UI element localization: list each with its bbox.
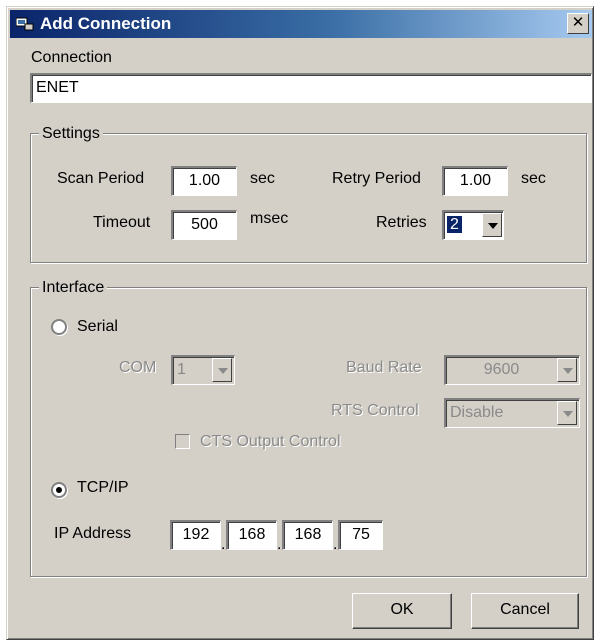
- baud-rate-label: Baud Rate: [346, 359, 422, 376]
- timeout-label: Timeout: [93, 214, 151, 231]
- com-label: COM: [119, 359, 157, 376]
- ok-button[interactable]: OK: [352, 593, 452, 629]
- retry-period-input[interactable]: 1.00: [442, 166, 508, 196]
- retries-label: Retries: [376, 214, 427, 231]
- timeout-unit: msec: [250, 210, 289, 227]
- ip-separator: .: [333, 536, 338, 553]
- cancel-button[interactable]: Cancel: [471, 593, 579, 629]
- ip-separator: .: [277, 536, 282, 553]
- network-app-icon: [15, 17, 34, 31]
- retry-period-unit: sec: [521, 170, 546, 187]
- serial-radio[interactable]: [51, 319, 67, 335]
- dialog-title: Add Connection: [40, 14, 172, 33]
- ip-address-label: IP Address: [54, 525, 132, 542]
- close-icon: ✕: [571, 14, 585, 31]
- retries-selected-value: 2: [446, 215, 463, 234]
- ip-octet-2-input[interactable]: 168: [226, 520, 277, 550]
- cts-output-control-checkbox[interactable]: [175, 434, 190, 449]
- connection-label: Connection: [31, 49, 112, 66]
- ip-octet-4-input[interactable]: 75: [338, 520, 383, 550]
- interface-group-label: Interface: [39, 279, 108, 297]
- close-button[interactable]: ✕: [567, 13, 589, 34]
- settings-groupbox: [30, 133, 587, 263]
- connection-name-input[interactable]: ENET: [30, 73, 592, 103]
- ip-separator: .: [221, 536, 226, 553]
- serial-radio-label[interactable]: Serial: [77, 318, 118, 336]
- scan-period-label: Scan Period: [57, 170, 145, 187]
- cts-output-control-label: CTS Output Control: [200, 433, 341, 450]
- retry-period-label: Retry Period: [332, 170, 421, 187]
- ip-octet-3-input[interactable]: 168: [282, 520, 333, 550]
- rts-control-dropdown-arrow[interactable]: [557, 401, 577, 425]
- timeout-input[interactable]: 500: [171, 210, 237, 240]
- settings-group-label: Settings: [39, 125, 103, 143]
- scan-period-input[interactable]: 1.00: [171, 166, 237, 196]
- scan-period-unit: sec: [250, 170, 275, 187]
- retries-dropdown-arrow[interactable]: [482, 213, 502, 237]
- ip-octet-1-input[interactable]: 192: [170, 520, 221, 550]
- title-bar[interactable]: Add Connection ✕: [10, 10, 592, 38]
- add-connection-dialog: Add Connection ✕ Connection ENET Setting…: [6, 6, 594, 640]
- rts-control-label: RTS Control: [331, 402, 419, 419]
- com-dropdown-arrow[interactable]: [212, 358, 232, 382]
- baud-rate-dropdown-arrow[interactable]: [557, 358, 577, 382]
- tcpip-radio-label[interactable]: TCP/IP: [77, 479, 129, 497]
- tcpip-radio[interactable]: [51, 482, 67, 498]
